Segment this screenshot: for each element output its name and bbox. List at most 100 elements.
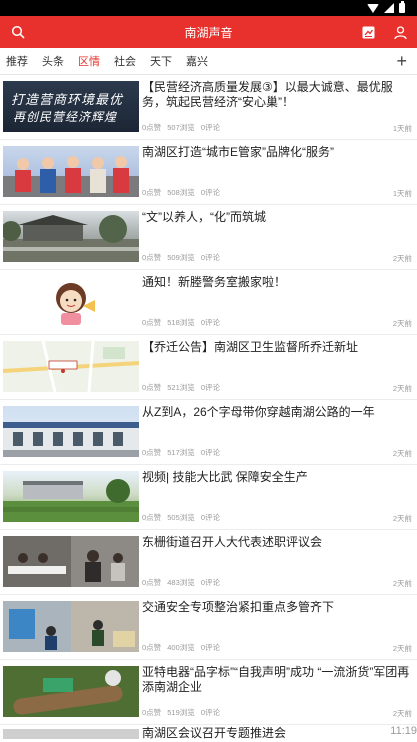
views-count: 507浏览 xyxy=(167,123,195,132)
photo-image xyxy=(3,666,139,717)
news-headline: 从Z到A，26个字母带你穿越南湖公路的一年 xyxy=(142,405,375,419)
comments-count: 0评论 xyxy=(200,383,221,392)
battery-icon xyxy=(399,1,405,13)
news-headline: 视频| 技能大比武 保障安全生产 xyxy=(142,470,308,484)
news-meta: 0点赞 521浏览 0评论 xyxy=(142,382,224,393)
search-icon[interactable] xyxy=(9,23,27,41)
news-item[interactable]: 交通安全专项整治紧扣重点多管齐下 0点赞 400浏览 0评论 2天前 xyxy=(0,595,417,660)
photo-image xyxy=(3,601,139,652)
news-meta: 0点赞 483浏览 0评论 xyxy=(142,577,224,588)
news-item[interactable]: 【乔迁公告】南湖区卫生监督所乔迁新址 0点赞 521浏览 0评论 2天前 xyxy=(0,335,417,400)
news-thumbnail xyxy=(3,601,139,652)
news-headline: 通知！新塍警务室搬家啦！ xyxy=(142,275,287,289)
likes-count: 0点赞 xyxy=(142,318,162,327)
news-headline: 南湖区会议召开专题推进会 xyxy=(142,726,287,740)
views-count: 518浏览 xyxy=(167,318,195,327)
news-thumbnail xyxy=(3,471,139,522)
news-item[interactable]: 从Z到A，26个字母带你穿越南湖公路的一年 0点赞 517浏览 0评论 2天前 xyxy=(0,400,417,465)
photo-image xyxy=(3,422,139,457)
photo-image xyxy=(3,479,139,522)
tab-society[interactable]: 社会 xyxy=(114,53,136,69)
likes-count: 0点赞 xyxy=(142,448,162,457)
views-count: 519浏览 xyxy=(167,708,195,717)
tab-world[interactable]: 天下 xyxy=(150,53,172,69)
views-count: 483浏览 xyxy=(167,578,195,587)
news-item[interactable]: 亚特电器“品字标”“自我声明”成功 “一流浙货”军团再添南湖企业 0点赞 519… xyxy=(0,660,417,725)
news-thumbnail xyxy=(3,729,139,739)
thumbnail-text: 打造营商环境最优 xyxy=(11,92,124,107)
photo-image xyxy=(3,215,139,262)
tab-recommend[interactable]: 推荐 xyxy=(6,53,28,69)
news-thumbnail xyxy=(3,211,139,262)
news-headline: 亚特电器“品字标”“自我声明”成功 “一流浙货”军团再添南湖企业 xyxy=(142,665,410,694)
news-time: 2天前 xyxy=(392,449,412,458)
likes-count: 0点赞 xyxy=(142,578,162,587)
views-count: 517浏览 xyxy=(167,448,195,457)
views-count: 508浏览 xyxy=(167,188,195,197)
news-time: 2天前 xyxy=(392,254,412,263)
comments-count: 0评论 xyxy=(200,448,221,457)
likes-count: 0点赞 xyxy=(142,513,162,522)
tab-headlines[interactable]: 头条 xyxy=(42,53,64,69)
comments-count: 0评论 xyxy=(200,123,221,132)
news-meta: 0点赞 519浏览 0评论 xyxy=(142,707,224,718)
news-meta: 0点赞 509浏览 0评论 xyxy=(142,252,224,263)
comments-count: 0评论 xyxy=(200,708,221,717)
tab-jiaxing[interactable]: 嘉兴 xyxy=(186,53,208,69)
news-time: 2天前 xyxy=(392,579,412,588)
news-headline: 交通安全专项整治紧扣重点多管齐下 xyxy=(142,600,335,614)
user-icon[interactable] xyxy=(391,23,409,41)
news-time: 2天前 xyxy=(392,709,412,718)
news-item[interactable]: 视频| 技能大比武 保障安全生产 0点赞 505浏览 0评论 2天前 xyxy=(0,465,417,530)
app-title: 南湖声音 xyxy=(184,25,233,40)
likes-count: 0点赞 xyxy=(142,188,162,197)
news-item[interactable]: 南湖区会议召开专题推进会 xyxy=(0,725,417,742)
news-headline: 东栅街道召开人大代表述职评议会 xyxy=(142,535,323,549)
plus-icon[interactable]: + xyxy=(396,52,407,70)
news-thumbnail xyxy=(3,341,139,392)
news-item[interactable]: “文”以养人，“化”而筑城 0点赞 509浏览 0评论 2天前 xyxy=(0,205,417,270)
likes-count: 0点赞 xyxy=(142,708,162,717)
photo-image xyxy=(3,156,139,197)
comments-count: 0评论 xyxy=(200,513,221,522)
news-thumbnail xyxy=(3,666,139,717)
likes-count: 0点赞 xyxy=(142,253,162,262)
news-item[interactable]: 打造营商环境最优 再创民营经济辉煌 【民营经济高质量发展③】以最大诚意、最优服务… xyxy=(0,75,417,140)
news-thumbnail xyxy=(3,536,139,587)
views-count: 505浏览 xyxy=(167,513,195,522)
news-meta: 0点赞 507浏览 0评论 xyxy=(142,122,224,133)
news-meta: 0点赞 508浏览 0评论 xyxy=(142,187,224,198)
tab-district[interactable]: 区情 xyxy=(78,53,100,69)
news-headline: 南湖区打造“城市E管家”品牌化“服务” xyxy=(142,145,334,159)
comments-count: 0评论 xyxy=(200,253,221,262)
views-count: 400浏览 xyxy=(167,643,195,652)
likes-count: 0点赞 xyxy=(142,383,162,392)
comments-count: 0评论 xyxy=(200,188,221,197)
signal-icon xyxy=(384,3,394,13)
wifi-icon xyxy=(367,3,379,13)
comments-count: 0评论 xyxy=(200,643,221,652)
news-headline: 【乔迁公告】南湖区卫生监督所乔迁新址 xyxy=(142,340,359,354)
news-thumbnail xyxy=(3,146,139,197)
status-icons xyxy=(367,1,405,13)
views-count: 521浏览 xyxy=(167,383,195,392)
comments-count: 0评论 xyxy=(200,578,221,587)
news-time: 1天前 xyxy=(392,124,412,133)
category-tabs: 推荐 头条 区情 社会 天下 嘉兴 + xyxy=(0,48,417,75)
cartoon-image xyxy=(56,283,95,325)
news-time: 2天前 xyxy=(392,384,412,393)
news-meta: 0点赞 505浏览 0评论 xyxy=(142,512,224,523)
news-headline: “文”以养人，“化”而筑城 xyxy=(142,210,266,224)
news-item[interactable]: 通知！新塍警务室搬家啦！ 0点赞 518浏览 0评论 2天前 xyxy=(0,270,417,335)
news-headline: 【民营经济高质量发展③】以最大诚意、最优服务，筑起民营经济“安心巢”！ xyxy=(142,80,393,109)
news-time: 2天前 xyxy=(392,644,412,653)
status-bar: 11:19 xyxy=(0,0,417,737)
comments-count: 0评论 xyxy=(200,318,221,327)
likes-count: 0点赞 xyxy=(142,643,162,652)
news-item[interactable]: 东栅街道召开人大代表述职评议会 0点赞 483浏览 0评论 2天前 xyxy=(0,530,417,595)
photo-image xyxy=(3,536,139,587)
news-meta: 0点赞 518浏览 0评论 xyxy=(142,317,224,328)
news-list: 打造营商环境最优 再创民营经济辉煌 【民营经济高质量发展③】以最大诚意、最优服务… xyxy=(0,75,417,742)
news-item[interactable]: 南湖区打造“城市E管家”品牌化“服务” 0点赞 508浏览 0评论 1天前 xyxy=(0,140,417,205)
document-icon[interactable] xyxy=(359,23,377,41)
